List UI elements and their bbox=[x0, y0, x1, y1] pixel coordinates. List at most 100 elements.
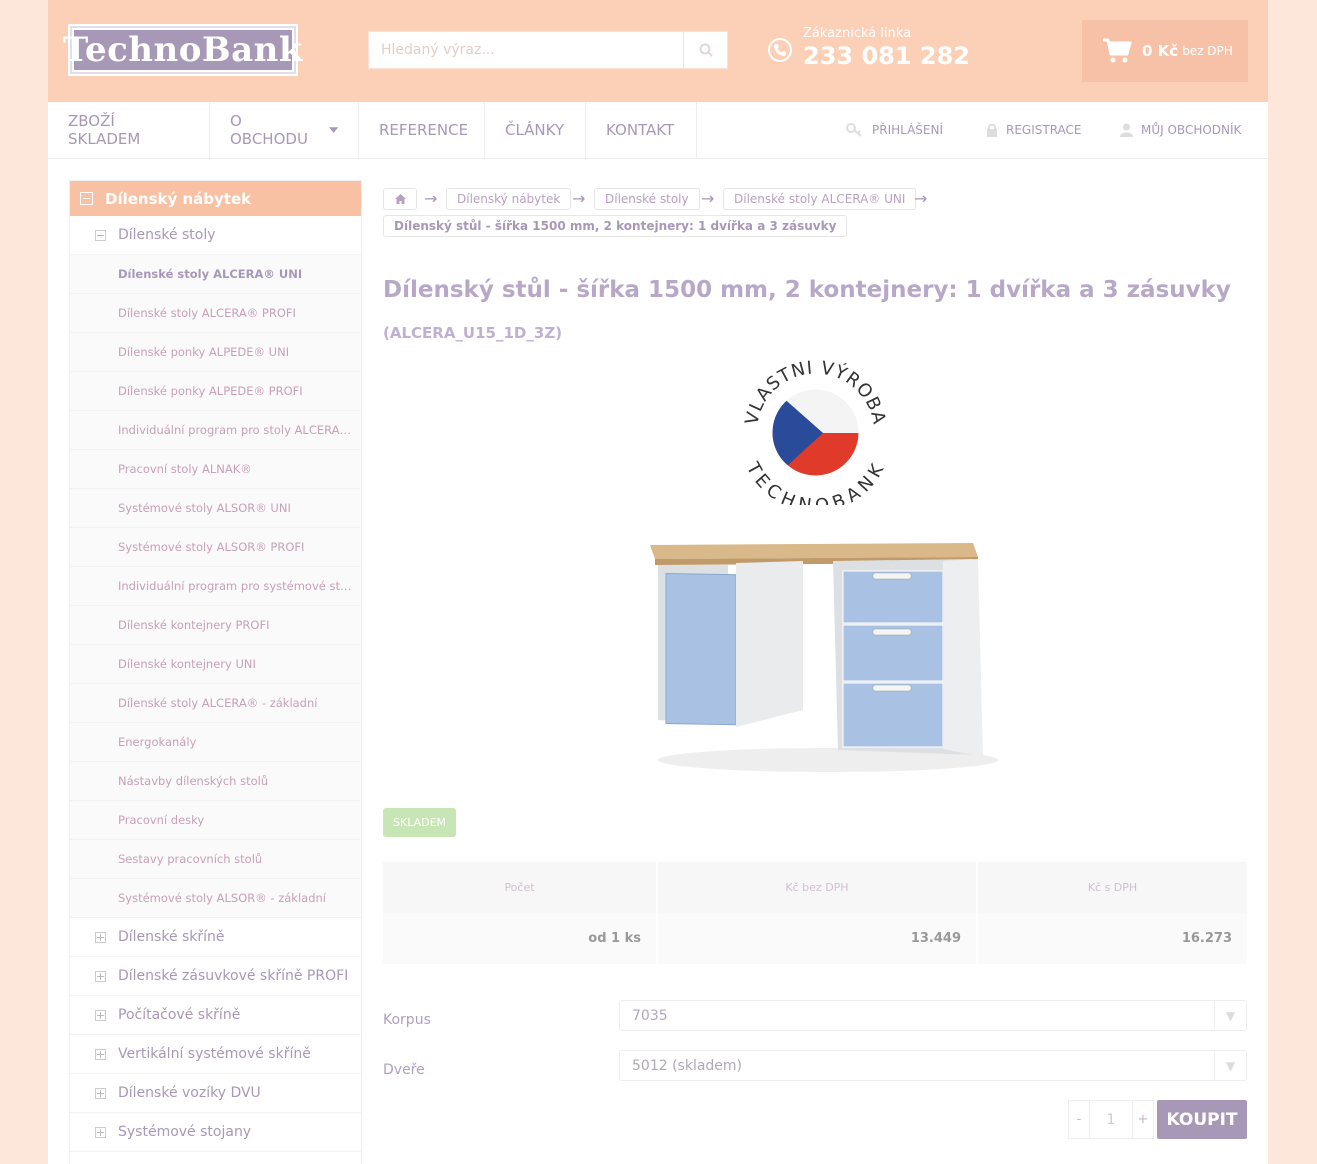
price-header-cell: Kč s DPH bbox=[978, 862, 1247, 913]
collapse-icon bbox=[95, 229, 106, 241]
sidebar-group-label: Dílenské zásuvkové skříně PROFI bbox=[118, 968, 349, 984]
sidebar-item[interactable]: Pracovní desky bbox=[70, 801, 361, 840]
own-production-stamp: VLASTNÍ VÝROBA TECHNOBANK bbox=[743, 360, 888, 505]
sidebar-item[interactable]: Nástavby dílenských stolů bbox=[70, 762, 361, 801]
sidebar-item-label: Individuální program pro systémové stoly… bbox=[118, 579, 352, 593]
key-icon bbox=[846, 123, 862, 137]
login-link[interactable]: PŘIHLÁŠENÍ bbox=[846, 102, 943, 158]
sidebar-category-head[interactable]: Dílenský nábytek bbox=[70, 181, 361, 216]
sidebar-group[interactable]: Vertikální systémové skříně bbox=[70, 1035, 361, 1074]
sidebar-item[interactable]: Dílenské kontejnery UNI bbox=[70, 645, 361, 684]
phone-number[interactable]: 233 081 282 bbox=[803, 42, 970, 70]
expand-icon bbox=[95, 1009, 106, 1021]
sidebar-group-label: Systémové stojany bbox=[118, 1124, 252, 1140]
collapse-icon bbox=[80, 192, 93, 205]
expand-icon bbox=[95, 970, 106, 982]
sidebar-item[interactable]: Dílenské ponky ALPEDE® PROFI bbox=[70, 372, 361, 411]
stock-badge: SKLADEM bbox=[383, 808, 457, 837]
cart-amount: 0 Kč bbox=[1142, 42, 1179, 60]
search-icon bbox=[699, 43, 713, 57]
sidebar-item[interactable]: Systémové stoly ALSOR® - základní bbox=[70, 879, 361, 918]
price-header-cell: Počet bbox=[383, 862, 658, 913]
breadcrumb-current: Dílenský stůl - šířka 1500 mm, 2 kontejn… bbox=[383, 215, 848, 237]
dvere-select[interactable]: 5012 (skladem) ▼ bbox=[619, 1050, 1247, 1081]
price-cell-without-vat: 13.449 bbox=[658, 913, 978, 964]
register-link[interactable]: REGISTRACE bbox=[986, 102, 1082, 158]
nav-item-reference[interactable]: REFERENCE bbox=[359, 102, 485, 158]
cart-button[interactable]: 0 Kč bez DPH bbox=[1082, 20, 1248, 82]
search-button[interactable] bbox=[683, 32, 727, 68]
sidebar-item-label: Dílenské ponky ALPEDE® PROFI bbox=[118, 384, 303, 398]
price-cell-quantity: od 1 ks bbox=[383, 913, 658, 964]
quantity-input[interactable]: 1 bbox=[1089, 1101, 1133, 1138]
sidebar-group[interactable]: Dílenské skříně bbox=[70, 918, 361, 957]
chevron-down-icon: ▼ bbox=[1214, 1051, 1246, 1080]
sidebar-group[interactable]: Dílenské vozíky DVU bbox=[70, 1074, 361, 1113]
main-nav: ZBOŽÍ SKLADEM O OBCHODU REFERENCE ČLÁNKY… bbox=[48, 102, 1268, 159]
sidebar-group[interactable]: Dílenské zásuvkové skříně PROFI bbox=[70, 957, 361, 996]
breadcrumb-arrow: → bbox=[701, 189, 715, 208]
buy-button[interactable]: KOUPIT bbox=[1157, 1100, 1247, 1139]
sidebar-item[interactable]: Sestavy pracovních stolů bbox=[70, 840, 361, 879]
expand-icon bbox=[95, 1126, 106, 1138]
breadcrumb-item[interactable]: Dílenský nábytek bbox=[446, 188, 572, 210]
sidebar-item[interactable]: Energokanály bbox=[70, 723, 361, 762]
sidebar-item[interactable]: Systémové stoly ALSOR® UNI bbox=[70, 489, 361, 528]
sidebar-item[interactable]: Individuální program pro systémové stoly… bbox=[70, 567, 361, 606]
quantity-stepper: - 1 + bbox=[1068, 1100, 1154, 1139]
sidebar-groups: Dílenské skříně Dílenské zásuvkové skříně… bbox=[70, 918, 361, 1152]
my-dealer-label: MŮJ OBCHODNÍK bbox=[1141, 123, 1242, 137]
sidebar-item-label: Dílenské kontejnery PROFI bbox=[118, 618, 270, 632]
quantity-minus-button[interactable]: - bbox=[1069, 1101, 1089, 1138]
my-dealer-link[interactable]: MŮJ OBCHODNÍK bbox=[1120, 102, 1241, 158]
price-table: Počet Kč bez DPH Kč s DPH od 1 ks 13.449… bbox=[383, 862, 1247, 964]
breadcrumb-home[interactable] bbox=[383, 188, 417, 210]
sidebar-group-label: Dílenské skříně bbox=[118, 929, 225, 945]
sidebar-item[interactable]: Dílenské stoly ALCERA® - základní bbox=[70, 684, 361, 723]
sidebar-item[interactable]: Individuální program pro stoly ALCERA® U… bbox=[70, 411, 361, 450]
breadcrumb-item[interactable]: Dílenské stoly ALCERA® UNI bbox=[723, 188, 917, 210]
nav-item-clanky[interactable]: ČLÁNKY bbox=[485, 102, 586, 158]
sidebar-item[interactable]: Pracovní stoly ALNAK® bbox=[70, 450, 361, 489]
sidebar-item-label: Dílenské stoly ALCERA® UNI bbox=[118, 267, 303, 281]
sidebar-group[interactable]: Počítačové skříně bbox=[70, 996, 361, 1035]
sidebar-item[interactable]: Dílenské kontejnery PROFI bbox=[70, 606, 361, 645]
sidebar-group-label: Počítačové skříně bbox=[118, 1007, 241, 1023]
sidebar-item-label: Nástavby dílenských stolů bbox=[118, 774, 269, 788]
register-label: REGISTRACE bbox=[1006, 123, 1082, 137]
product-image[interactable] bbox=[638, 535, 1008, 775]
price-header-cell: Kč bez DPH bbox=[658, 862, 978, 913]
nav-item-kontakt[interactable]: KONTAKT bbox=[586, 102, 697, 158]
breadcrumb-arrow: → bbox=[424, 189, 438, 208]
dvere-value: 5012 (skladem) bbox=[632, 1057, 743, 1074]
korpus-select[interactable]: 7035 ▼ bbox=[619, 1000, 1247, 1031]
sidebar-group-label: Vertikální systémové skříně bbox=[118, 1046, 311, 1062]
login-label: PŘIHLÁŠENÍ bbox=[872, 123, 944, 137]
sidebar-item[interactable]: Systémové stoly ALSOR® PROFI bbox=[70, 528, 361, 567]
sidebar-item-label: Pracovní stoly ALNAK® bbox=[118, 462, 252, 476]
price-cell-with-vat: 16.273 bbox=[978, 913, 1247, 964]
sidebar-item-label: Individuální program pro stoly ALCERA® U… bbox=[118, 423, 352, 437]
nav-item-zbozi-skladem[interactable]: ZBOŽÍ SKLADEM bbox=[48, 102, 210, 158]
phone-label: Zákaznická linka bbox=[803, 26, 912, 41]
page: TechnoBank Zákaznická linka 233 081 282 bbox=[48, 0, 1268, 1164]
quantity-plus-button[interactable]: + bbox=[1133, 1101, 1153, 1138]
nav-item-o-obchodu[interactable]: O OBCHODU bbox=[210, 102, 359, 158]
price-table-header: Počet Kč bez DPH Kč s DPH bbox=[383, 862, 1247, 913]
sidebar-subcategory[interactable]: Dílenské stoly bbox=[70, 216, 361, 255]
sidebar-subcategory-label: Dílenské stoly bbox=[118, 227, 216, 243]
sidebar-item[interactable]: Dílenské stoly ALCERA® PROFI bbox=[70, 294, 361, 333]
breadcrumb-item[interactable]: Dílenské stoly bbox=[594, 188, 700, 210]
caret-down-icon bbox=[328, 127, 338, 133]
sidebar-item-label: Dílenské stoly ALCERA® - základní bbox=[118, 696, 318, 710]
search-input[interactable] bbox=[369, 32, 683, 68]
sidebar-item[interactable]: Dílenské ponky ALPEDE® UNI bbox=[70, 333, 361, 372]
nav-label: O OBCHODU bbox=[230, 112, 308, 148]
sidebar-group[interactable]: Systémové stojany bbox=[70, 1113, 361, 1152]
sidebar-item-label: Energokanály bbox=[118, 735, 197, 749]
logo[interactable]: TechnoBank bbox=[63, 24, 302, 76]
lock-icon bbox=[987, 123, 997, 137]
sidebar-item[interactable]: Dílenské stoly ALCERA® UNI bbox=[70, 255, 361, 294]
sidebar-head-label: Dílenský nábytek bbox=[105, 189, 252, 208]
user-icon bbox=[1120, 123, 1133, 137]
